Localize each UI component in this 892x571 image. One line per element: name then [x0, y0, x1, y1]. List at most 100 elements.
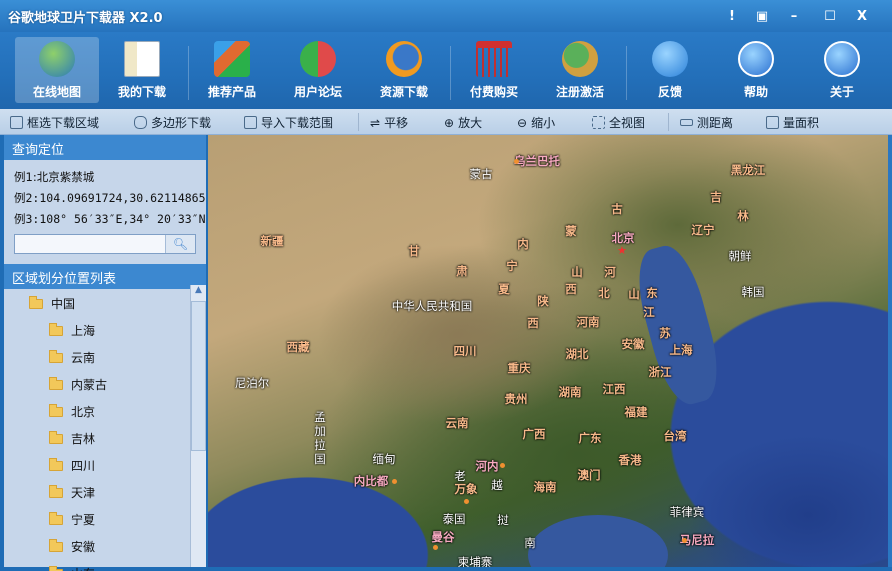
folder-icon: [49, 380, 63, 390]
map-label: 广西: [523, 426, 546, 442]
tree-item[interactable]: 安徽: [49, 538, 95, 555]
full-view-button[interactable]: 全视图: [592, 114, 645, 131]
map-label: 山: [628, 286, 640, 302]
tree-item[interactable]: 内蒙古: [49, 376, 107, 393]
node-label: 安徽: [71, 538, 95, 555]
polygon-download-button[interactable]: 多边形下载: [134, 114, 211, 131]
minimize-button[interactable]: –: [778, 0, 810, 32]
map-label: 曼谷: [432, 529, 455, 545]
box-select-download-button[interactable]: 框选下载区域: [10, 114, 99, 131]
map-label: 尼泊尔: [235, 375, 270, 391]
scroll-up-icon[interactable]: ▲: [191, 285, 206, 300]
tree-item[interactable]: 上海: [49, 322, 95, 339]
tree-item[interactable]: 山东: [49, 565, 95, 571]
map-label: 海南: [534, 479, 557, 495]
zoom-out-button[interactable]: ⊖缩小: [517, 114, 555, 131]
region-list-header: 区域划分位置列表: [4, 264, 206, 289]
measure-area-button[interactable]: 量面积: [766, 114, 819, 131]
map-label: 黑龙江: [731, 162, 766, 178]
shopping-cart-icon: [476, 41, 512, 77]
register-activate-button[interactable]: 注册激活: [538, 37, 622, 103]
search-input[interactable]: [15, 235, 165, 253]
example-3: 例3:108° 56′33″E,34° 20′33″N: [4, 209, 206, 230]
help-button[interactable]: 帮助: [714, 37, 798, 103]
satellite-map[interactable]: 蒙古乌兰巴托新疆甘肃内宁夏中华人民共和国陕西西藏四川重庆贵州尼泊尔云南广西孟加拉…: [208, 135, 888, 567]
example-2: 例2:104.09691724,30.62114865: [4, 188, 206, 209]
tree-item[interactable]: 云南: [49, 349, 95, 366]
recommended-products-button[interactable]: 推荐产品: [190, 37, 274, 103]
about-button[interactable]: 关于: [800, 37, 884, 103]
map-label: 肃: [456, 263, 468, 279]
folder-icon: [49, 488, 63, 498]
button-label: 推荐产品: [208, 85, 256, 99]
purchase-button[interactable]: 付费购买: [452, 37, 536, 103]
box-select-icon: [10, 116, 23, 129]
button-label: 用户论坛: [294, 85, 342, 99]
scrollbar-thumb[interactable]: [191, 301, 206, 451]
map-label: 挝: [497, 512, 509, 528]
map-label: 西藏: [287, 339, 310, 355]
resource-download-button[interactable]: 资源下载: [362, 37, 446, 103]
example-1: 例1:北京紫禁城: [4, 167, 206, 188]
pan-button[interactable]: ⇌平移: [370, 114, 408, 131]
capital-star-icon: ★: [617, 244, 627, 257]
tree-item[interactable]: 宁夏: [49, 511, 95, 528]
button-label: 反馈: [658, 85, 682, 99]
full-view-icon: [592, 116, 605, 129]
polygon-icon: [134, 116, 147, 129]
zoom-in-button[interactable]: ⊕ 放大: [444, 114, 482, 131]
notification-button[interactable]: !: [716, 0, 748, 32]
button-label: 帮助: [744, 85, 768, 99]
main-toolbar: 在线地图 我的下载 推荐产品 用户论坛 资源下载 付费购买 注册激活 反馈 帮助…: [0, 32, 892, 109]
map-label: 夏: [498, 281, 510, 297]
zoom-in-icon: ⊕: [444, 116, 454, 130]
region-tree: 中国 上海 云南 内蒙古 北京 吉林 四川 天津 宁夏 安徽 山东: [4, 289, 206, 571]
tree-item[interactable]: 北京: [49, 403, 95, 420]
users-icon: [300, 41, 336, 77]
feedback-button[interactable]: 反馈: [628, 37, 712, 103]
map-label: 湖南: [559, 384, 582, 400]
map-label: 湖北: [566, 346, 589, 362]
download-list-icon: [124, 41, 160, 77]
my-downloads-button[interactable]: 我的下载: [100, 37, 184, 103]
tree-item[interactable]: 天津: [49, 484, 95, 501]
tree-scrollbar[interactable]: ▲: [190, 285, 206, 567]
tree-item[interactable]: 四川: [49, 457, 95, 474]
map-label: 河内: [476, 458, 499, 474]
map-label: 万象: [455, 481, 478, 497]
tree-item[interactable]: 吉林: [49, 430, 95, 447]
close-button[interactable]: X: [846, 0, 878, 32]
button-label: 多边形下载: [151, 114, 211, 131]
map-label: 云南: [446, 415, 469, 431]
map-label: 泰国: [443, 511, 466, 527]
map-label: 江西: [603, 381, 626, 397]
map-label: 上海: [670, 342, 693, 358]
folder-open-icon: [29, 299, 43, 309]
folder-icon: [49, 326, 63, 336]
tree-node-china[interactable]: 中国: [29, 295, 75, 312]
sidebar: 查询定位 例1:北京紫禁城 例2:104.09691724,30.6211486…: [4, 135, 206, 567]
map-label: 西: [565, 281, 577, 297]
map-label: 辽宁: [692, 222, 715, 238]
map-label: 澳门: [578, 467, 601, 483]
map-toolbar: 框选下载区域 多边形下载 导入下载范围 ⇌平移 ⊕放大 ⊖缩小 全视图 测距离 …: [0, 109, 892, 135]
folder-icon: [49, 461, 63, 471]
maximize-button[interactable]: ☐: [814, 0, 846, 32]
online-map-button[interactable]: 在线地图: [15, 37, 99, 103]
import-range-button[interactable]: 导入下载范围: [244, 114, 333, 131]
map-label: 甘: [408, 243, 420, 259]
map-label: 台湾: [664, 428, 687, 444]
button-label: 测距离: [697, 114, 733, 131]
skin-button[interactable]: ▣: [746, 0, 778, 32]
node-label: 云南: [71, 349, 95, 366]
map-label: 贵州: [505, 391, 528, 407]
map-label: 苏: [659, 325, 671, 341]
button-label: 放大: [458, 114, 482, 131]
measure-distance-button[interactable]: 测距离: [680, 114, 733, 131]
import-icon: [244, 116, 257, 129]
button-label: 资源下载: [380, 85, 428, 99]
search-button[interactable]: 🔍︎: [165, 235, 195, 253]
user-forum-button[interactable]: 用户论坛: [276, 37, 360, 103]
search-icon: 🔍︎: [173, 237, 188, 251]
map-label: 韩国: [742, 284, 765, 300]
